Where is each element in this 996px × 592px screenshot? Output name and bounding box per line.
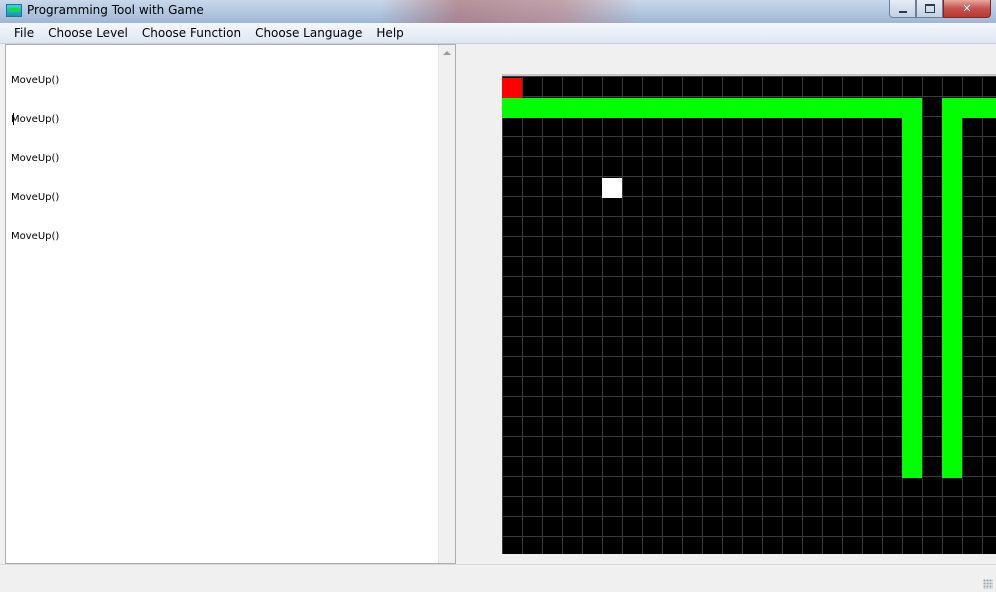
player-block (502, 78, 522, 98)
code-line: MoveUp() (11, 75, 60, 86)
title-bar-background (380, 0, 640, 23)
menu-bar: File Choose Level Choose Function Choose… (0, 23, 996, 44)
menu-choose-level[interactable]: Choose Level (41, 26, 135, 40)
maximize-icon (924, 4, 935, 13)
maximize-button[interactable] (916, 0, 943, 18)
target-block (602, 178, 622, 198)
title-bar: Programming Tool with Game ✕ (0, 0, 996, 23)
menu-choose-function[interactable]: Choose Function (135, 26, 248, 40)
game-board (502, 74, 996, 554)
close-button[interactable]: ✕ (943, 0, 991, 18)
menu-choose-language[interactable]: Choose Language (248, 26, 369, 40)
code-text[interactable]: MoveUp() MoveUp() MoveUp() MoveUp() Move… (11, 48, 436, 558)
wall-segment (942, 98, 962, 478)
wall-segment (502, 98, 922, 118)
minimize-button[interactable] (889, 0, 916, 18)
close-icon: ✕ (962, 2, 972, 15)
code-line: MoveUp() (11, 114, 60, 125)
code-line: MoveUp() (11, 231, 60, 242)
menu-help[interactable]: Help (369, 26, 410, 40)
minimize-icon (898, 10, 907, 13)
window-title: Programming Tool with Game (27, 3, 204, 17)
menu-file[interactable]: File (7, 26, 41, 40)
resize-grip-icon[interactable] (983, 579, 993, 589)
app-icon (6, 4, 22, 17)
wall-segment (902, 98, 922, 478)
editor-scrollbar[interactable] (438, 45, 455, 563)
code-editor[interactable]: MoveUp() MoveUp() MoveUp() MoveUp() Move… (5, 44, 456, 564)
scroll-up-arrow-icon[interactable] (443, 51, 451, 55)
text-caret (13, 113, 14, 125)
code-line: MoveUp() (11, 153, 60, 164)
status-bar (0, 564, 996, 592)
code-line: MoveUp() (11, 192, 60, 203)
